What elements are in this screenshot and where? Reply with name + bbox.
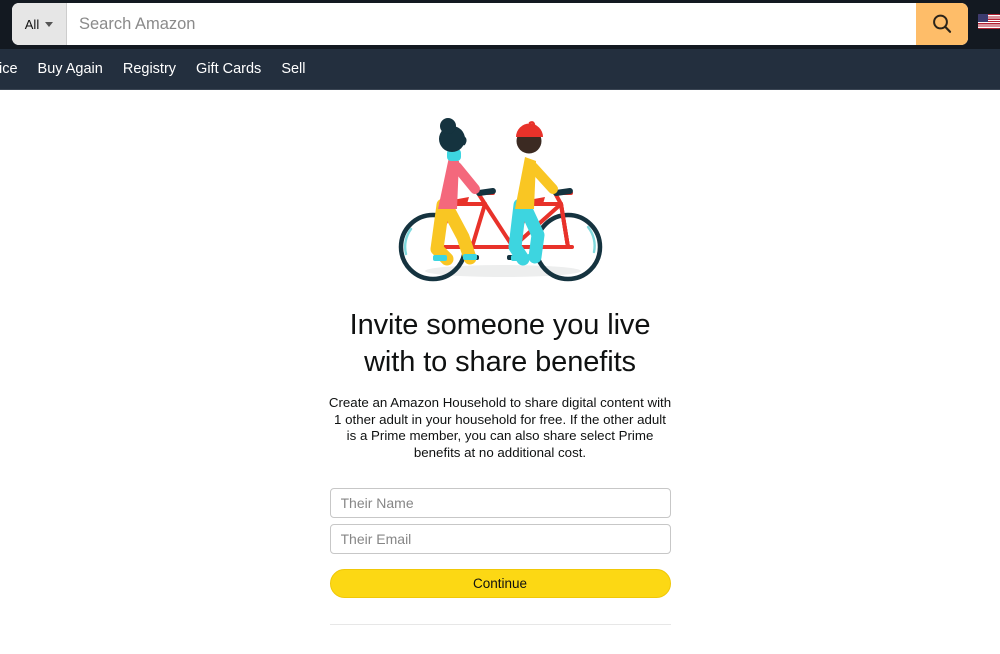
amazon-household-invite-page: All ice Buy Again Registry Gift Cards Se… (0, 0, 1000, 654)
search-category-dropdown[interactable]: All (12, 3, 67, 45)
header-nav-bar: ice Buy Again Registry Gift Cards Sell (0, 49, 1000, 90)
search-input[interactable] (67, 3, 916, 45)
continue-button[interactable]: Continue (329, 569, 671, 599)
search-category-label: All (24, 16, 40, 32)
main-content: Invite someone you live with to share be… (0, 91, 1000, 654)
nav-item-customer-service[interactable]: ice (0, 55, 28, 83)
chevron-down-icon (45, 21, 54, 27)
rider-front (430, 118, 480, 266)
their-email-input[interactable] (329, 524, 671, 555)
us-flag-icon[interactable] (978, 14, 1000, 29)
header-top-bar: All (0, 0, 1000, 49)
nav-item-registry[interactable]: Registry (113, 55, 186, 83)
invite-form: Continue (329, 488, 671, 626)
search-icon (933, 14, 952, 33)
nav-item-buy-again[interactable]: Buy Again (28, 55, 113, 83)
page-title: Invite someone you live with to share be… (349, 309, 651, 378)
form-divider (329, 624, 671, 626)
search-submit-button[interactable] (916, 3, 968, 45)
flag-canton (978, 14, 988, 22)
rider-rear (508, 121, 558, 266)
their-name-input[interactable] (329, 488, 671, 519)
page-description: Create an Amazon Household to share digi… (328, 395, 672, 460)
nav-item-gift-cards[interactable]: Gift Cards (186, 55, 271, 83)
search-bar: All (12, 3, 968, 45)
tandem-bicycle-two-riders-illustration (398, 118, 603, 282)
nav-item-sell[interactable]: Sell (271, 55, 315, 83)
